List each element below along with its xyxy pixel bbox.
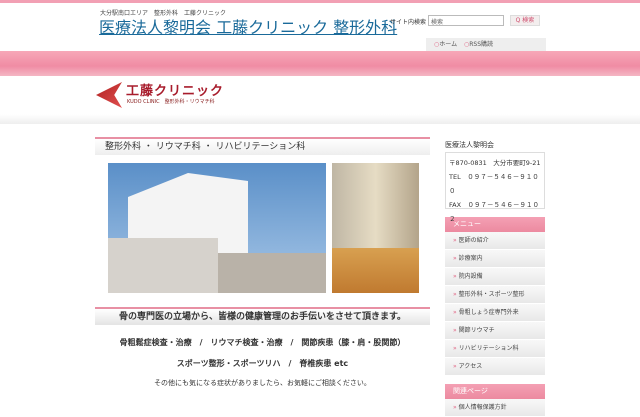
tel: TEL ０９７－５４６－９１００ bbox=[449, 173, 539, 195]
clinic-logo[interactable]: 工藤クリニック KUDO CLINIC 整形外科・リウマチ科 bbox=[96, 80, 246, 112]
top-nav: ○ホーム ○RSS購読 bbox=[426, 38, 546, 51]
menu-item-rheumatism[interactable]: 関節リウマチ bbox=[445, 322, 545, 340]
related-item-privacy[interactable]: 個人情報保護方針 bbox=[445, 399, 545, 417]
menu-item-osteoporosis[interactable]: 骨粗しょう症専門外来 bbox=[445, 304, 545, 322]
menu-item-sports[interactable]: 整形外科・スポーツ整形 bbox=[445, 286, 545, 304]
menu-item-access[interactable]: アクセス bbox=[445, 358, 545, 376]
pink-band bbox=[0, 51, 640, 76]
contact-box: 〒870-0831 大分市要町9-21 TEL ０９７－５４６－９１００ FAX… bbox=[445, 152, 545, 223]
corridor-photo bbox=[332, 163, 419, 293]
menu-heading: メニュー bbox=[445, 217, 545, 232]
sidebar: 医療法人黎明会 〒870-0831 大分市要町9-21 TEL ０９７－５４６－… bbox=[445, 140, 545, 417]
menu-item-rehab[interactable]: リハビリテーション科 bbox=[445, 340, 545, 358]
logo-name: 工藤クリニック bbox=[126, 84, 225, 99]
consult-note: その他にも気になる症状がありましたら、お気軽にご相談ください。 bbox=[154, 379, 371, 387]
org-name: 医療法人黎明会 bbox=[445, 141, 494, 149]
menu-item-facilities[interactable]: 院内設備 bbox=[445, 268, 545, 286]
search-label: サイト内検索 bbox=[390, 19, 427, 26]
nav-rss[interactable]: ○RSS購読 bbox=[464, 41, 493, 48]
services-line-1: 骨粗鬆症検査・治療 / リウマチ検査・治療 / 関節疾患（膝・肩・股関節） bbox=[119, 338, 406, 347]
address: 〒870-0831 大分市要町9-21 bbox=[449, 159, 541, 167]
related-heading: 関連ページ bbox=[445, 384, 545, 399]
menu-item-doctor[interactable]: 医師の紹介 bbox=[445, 232, 545, 250]
section-title: 整形外科 ・ リウマチ科 ・ リハビリテーション科 bbox=[95, 137, 430, 155]
services-line-2: スポーツ整形・スポーツリハ / 脊椎疾患 etc bbox=[176, 359, 349, 368]
logo-mark-icon bbox=[96, 82, 122, 108]
logo-english: KUDO CLINIC 整形外科・リウマチ科 bbox=[127, 99, 215, 105]
search-button[interactable]: Q 検索 bbox=[510, 15, 540, 26]
top-stripe bbox=[0, 0, 640, 3]
message-heading: 骨の専門医の立場から、皆様の健康管理のお手伝いをさせて頂きます。 bbox=[95, 307, 430, 325]
menu-item-guide[interactable]: 診療案内 bbox=[445, 250, 545, 268]
search-input[interactable]: 検索 bbox=[428, 15, 504, 26]
site-title-link[interactable]: 医療法人黎明会 工藤クリニック 整形外科 bbox=[99, 14, 397, 38]
building-photo bbox=[108, 163, 326, 293]
nav-home[interactable]: ○ホーム bbox=[434, 41, 457, 48]
